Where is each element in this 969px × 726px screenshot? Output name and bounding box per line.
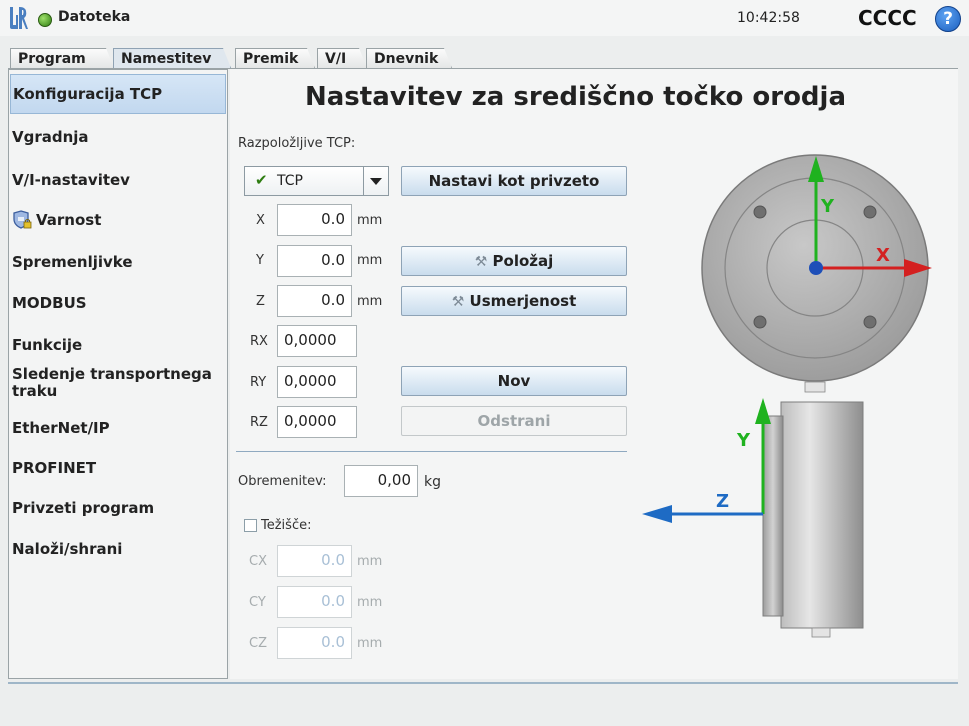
y-field[interactable]: 0.0	[277, 245, 352, 277]
section-divider	[236, 451, 627, 452]
rz-field[interactable]: 0,0000	[277, 406, 357, 438]
tool-flange-diagram: Y X Y Z	[642, 154, 932, 638]
available-tcp-label: Razpoložljive TCP:	[238, 136, 356, 151]
cog-label: Težišče:	[261, 518, 312, 533]
flange-side-view: Y Z	[642, 398, 864, 638]
page-title: Nastavitev za središčno točko orodja	[305, 82, 846, 112]
tab-namestitev[interactable]: Namestitev	[113, 48, 231, 68]
set-default-button[interactable]: Nastavi kot privzeto	[401, 166, 627, 196]
wand-icon: ⚒	[451, 294, 465, 310]
sidebar-item-profinet[interactable]: PROFINET	[10, 448, 226, 488]
wand-icon: ⚒	[474, 254, 488, 270]
top-bar	[0, 0, 969, 36]
axis-y-side-label: Y	[736, 430, 751, 451]
ur-logo-icon	[10, 7, 28, 29]
sidebar-item-label: Sledenje transportnega traku	[12, 365, 212, 400]
tcp-point	[809, 261, 823, 275]
position-button-label: Položaj	[492, 252, 554, 270]
file-menu[interactable]: Datoteka	[58, 9, 130, 25]
sidebar-item-variables[interactable]: Spremenljivke	[10, 242, 226, 282]
ry-field[interactable]: 0,0000	[277, 366, 357, 398]
sidebar-item-load-save[interactable]: Naloži/shrani	[10, 529, 226, 569]
sidebar-item-label: V/I-nastavitev	[12, 170, 130, 189]
bottom-divider	[8, 682, 958, 684]
cy-unit: mm	[357, 595, 383, 610]
payload-unit: kg	[424, 474, 441, 490]
cx-label: CX	[249, 554, 267, 569]
y-label: Y	[256, 253, 264, 268]
z-label: Z	[256, 294, 265, 309]
sidebar-item-label: EtherNet/IP	[12, 418, 110, 437]
status-dot-icon	[38, 13, 52, 27]
tab-vi[interactable]: V/I	[317, 48, 367, 68]
sidebar-item-label: Konfiguracija TCP	[13, 84, 163, 103]
sidebar-item-modbus[interactable]: MODBUS	[10, 283, 226, 323]
sidebar-item-label: Spremenljivke	[12, 252, 133, 271]
cog-checkbox[interactable]	[244, 519, 257, 532]
sidebar-item-label: Naloži/shrani	[12, 539, 123, 558]
sidebar-item-label: Privzeti program	[12, 498, 155, 517]
y-unit: mm	[357, 253, 383, 268]
orientation-button-label: Usmerjenost	[469, 292, 577, 310]
cx-field[interactable]: 0.0	[277, 545, 352, 577]
x-field[interactable]: 0.0	[277, 204, 352, 236]
rz-label: RZ	[250, 415, 268, 430]
tab-premik[interactable]: Premik	[235, 48, 315, 68]
sidebar-item-label: Vgradnja	[12, 127, 89, 146]
cy-field[interactable]: 0.0	[277, 586, 352, 618]
sidebar-item-label: Varnost	[36, 210, 102, 229]
sidebar-item-features[interactable]: Funkcije	[10, 325, 226, 365]
cz-unit: mm	[357, 636, 383, 651]
x-label: X	[256, 213, 265, 228]
sidebar-item-safety[interactable]: Varnost	[10, 200, 226, 240]
help-icon[interactable]: ?	[935, 6, 961, 32]
sidebar-item-label: MODBUS	[12, 293, 87, 312]
z-unit: mm	[357, 294, 383, 309]
sidebar-item-ethernet-ip[interactable]: EtherNet/IP	[10, 408, 226, 448]
new-button[interactable]: Nov	[401, 366, 627, 396]
z-field[interactable]: 0.0	[277, 285, 352, 317]
sidebar-item-conveyor-tracking[interactable]: Sledenje transportnega traku	[10, 363, 226, 403]
sidebar-item-tcp-config[interactable]: Konfiguracija TCP	[10, 74, 226, 114]
sidebar-item-mounting[interactable]: Vgradnja	[10, 117, 226, 157]
sidebar: Konfiguracija TCP Vgradnja V/I-nastavite…	[8, 69, 228, 679]
payload-label: Obremenitev:	[238, 474, 327, 489]
orientation-button[interactable]: ⚒ Usmerjenost	[401, 286, 627, 316]
axis-y-label: Y	[820, 196, 835, 217]
position-button[interactable]: ⚒ Položaj	[401, 246, 627, 276]
flange-top-view: Y X	[701, 154, 932, 393]
robot-name: CCCC	[858, 6, 917, 30]
remove-button[interactable]: Odstrani	[401, 406, 627, 436]
axis-z-label: Z	[716, 491, 729, 512]
tab-program[interactable]: Program	[10, 48, 114, 68]
cz-label: CZ	[249, 636, 267, 651]
chevron-down-icon[interactable]	[363, 167, 388, 195]
check-icon: ✔	[255, 171, 268, 189]
payload-field[interactable]: 0,00	[344, 465, 418, 497]
ry-label: RY	[250, 375, 267, 390]
x-unit: mm	[357, 213, 383, 228]
sidebar-item-default-program[interactable]: Privzeti program	[10, 488, 226, 528]
cz-field[interactable]: 0.0	[277, 627, 352, 659]
sidebar-item-io-setup[interactable]: V/I-nastavitev	[10, 160, 226, 200]
rx-label: RX	[250, 334, 268, 349]
shield-lock-icon	[13, 210, 32, 229]
rx-field[interactable]: 0,0000	[277, 325, 357, 357]
sidebar-item-label: PROFINET	[12, 458, 97, 477]
axis-x-label: X	[876, 245, 890, 266]
sidebar-item-label: Funkcije	[12, 335, 83, 354]
cy-label: CY	[249, 595, 266, 610]
cx-unit: mm	[357, 554, 383, 569]
clock: 10:42:58	[737, 10, 800, 26]
tcp-select[interactable]: ✔ TCP	[244, 166, 389, 196]
tcp-select-value: TCP	[277, 173, 303, 189]
tab-dnevnik[interactable]: Dnevnik	[366, 48, 452, 68]
